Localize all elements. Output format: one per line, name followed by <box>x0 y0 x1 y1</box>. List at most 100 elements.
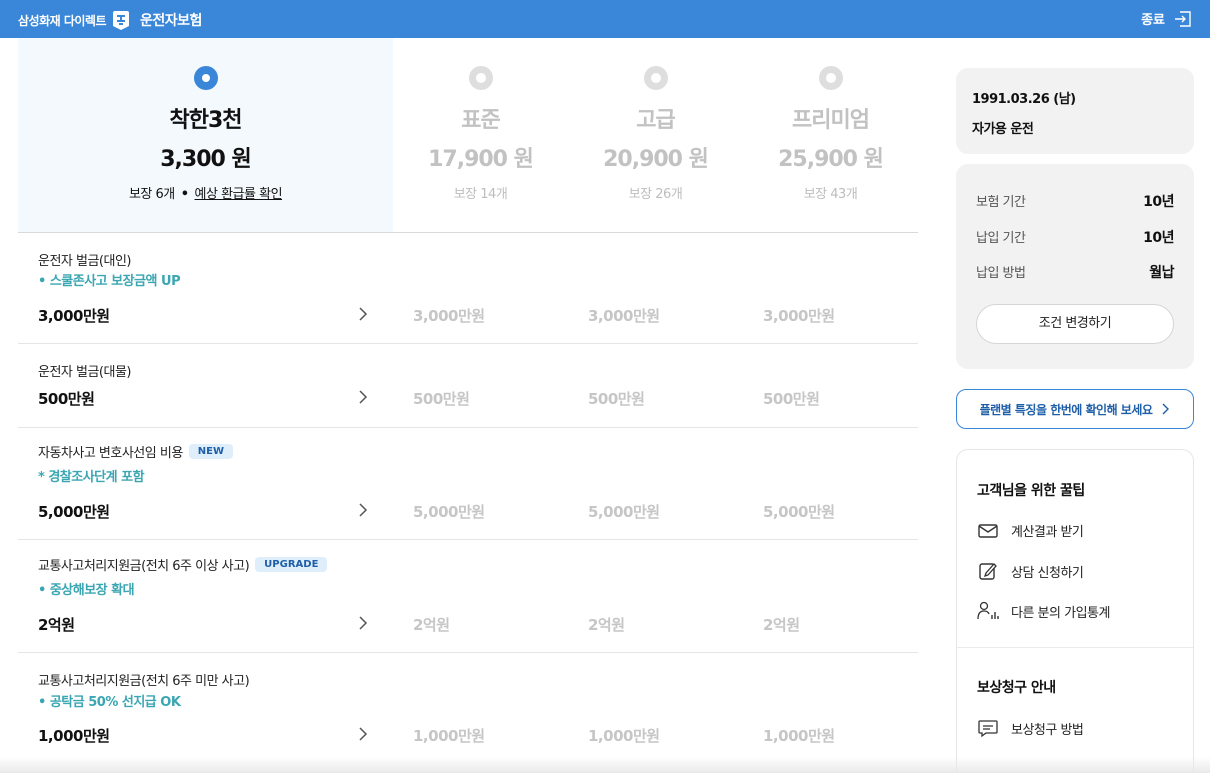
condition-value: 10년 <box>1143 194 1174 210</box>
coverage-name: 교통사고처리지원금(전치 6주 미만 사고) <box>38 674 250 689</box>
chevron-right-icon <box>359 390 368 404</box>
edit-icon <box>979 563 997 580</box>
tips-title: 고객님을 위한 꿀팁 <box>977 483 1085 499</box>
upgrade-badge: UPGRADE <box>255 557 328 572</box>
coverage-name-line: 교통사고처리지원금(전치 6주 이상 사고) UPGRADE <box>38 555 328 574</box>
plan-price: 20,900 원 <box>603 147 709 172</box>
plan-coverage-count: 보장 6개 <box>128 187 175 202</box>
plan-coverage-value: 1,000만원 <box>588 727 660 745</box>
plan-coverage-value: 500만원 <box>413 390 470 408</box>
plan-coverage-value: 3,000만원 <box>413 307 485 325</box>
plan-column-premium[interactable]: 프리미엄 25,900 원 보장 43개 <box>743 38 918 232</box>
plan-name: 프리미엄 <box>792 108 870 133</box>
plan-name: 표준 <box>461 108 500 133</box>
plan-features-link[interactable]: 플랜별 특징을 한번에 확인해 보세요 <box>956 389 1194 429</box>
separator-dot: • <box>180 187 189 202</box>
tip-label: 다른 분의 가입통계 <box>1011 605 1110 621</box>
plan-coverage-value: 1,000만원 <box>763 727 835 745</box>
chevron-right-icon <box>359 503 368 517</box>
plan-radio-selected[interactable] <box>193 66 218 90</box>
condition-label: 납입 기간 <box>976 231 1026 246</box>
tip-label: 계산결과 받기 <box>1011 525 1084 540</box>
tip-label: 보상청구 방법 <box>1011 722 1084 738</box>
profile-card: 1991.03.26 (남) 자가용 운전 <box>956 68 1194 154</box>
exit-label: 종료 <box>1141 13 1165 28</box>
coverage-name: 교통사고처리지원금(전치 6주 이상 사고) <box>38 559 250 574</box>
profile-usage: 자가용 운전 <box>972 122 1034 137</box>
claim-title: 보상청구 안내 <box>977 680 1056 696</box>
product-title: 운전자보험 <box>140 13 202 29</box>
coverage-detail-link[interactable]: 운전자 벌금(대인) • 스쿨존사고 보장금액 UP 3,000만원 <box>18 233 393 343</box>
coverage-detail-link[interactable]: 자동차사고 변호사선임 비용 NEW * 경찰조사단계 포함 5,000만원 <box>18 428 393 539</box>
plan-coverage-count: 보장 43개 <box>803 187 858 202</box>
coverage-note: * 경찰조사단계 포함 <box>38 470 145 485</box>
tip-consultation[interactable]: 상담 신청하기 <box>977 561 1084 581</box>
plan-coverage-value: 2억원 <box>413 616 450 634</box>
coverage-detail-link[interactable]: 교통사고처리지원금(전치 6주 이상 사고) UPGRADE • 중상해보장 확… <box>18 540 393 652</box>
plan-coverage-value: 2억원 <box>588 616 625 634</box>
condition-value: 10년 <box>1143 230 1174 246</box>
coverage-amount: 500만원 <box>38 390 95 408</box>
condition-value: 월납 <box>1149 265 1174 281</box>
exit-button[interactable]: 종료 <box>1141 9 1192 28</box>
coverage-name-line: 자동차사고 변호사선임 비용 NEW <box>38 442 234 461</box>
tip-label: 상담 신청하기 <box>1011 565 1084 581</box>
plan-radio[interactable] <box>818 66 843 90</box>
top-bar: 삼성화재 다이렉트 운전자보험 종료 <box>0 0 1210 38</box>
plan-radio[interactable] <box>468 66 493 90</box>
coverage-amount: 5,000만원 <box>38 503 110 521</box>
tips-divider <box>957 647 1193 648</box>
plan-radio[interactable] <box>643 66 668 90</box>
condition-label: 보험 기간 <box>976 195 1026 210</box>
coverage-row: 운전자 벌금(대인) • 스쿨존사고 보장금액 UP 3,000만원 3,000… <box>18 233 918 344</box>
chevron-right-icon <box>359 307 368 321</box>
refund-rate-link[interactable]: 예상 환급률 확인 <box>195 187 283 202</box>
plan-coverage-value: 3,000만원 <box>588 307 660 325</box>
coverage-detail-link[interactable]: 운전자 벌금(대물) 500만원 <box>18 344 393 427</box>
people-stats-icon <box>977 601 999 620</box>
plan-coverage-value: 1,000만원 <box>413 727 485 745</box>
brand-logo-icon <box>110 9 132 31</box>
plan-name: 고급 <box>636 108 675 133</box>
coverage-note: • 중상해보장 확대 <box>38 583 135 598</box>
profile-birth: 1991.03.26 (남) <box>972 92 1076 107</box>
plan-coverage-value: 500만원 <box>588 390 645 408</box>
company-name: 삼성화재 다이렉트 <box>18 13 107 28</box>
plan-coverage-info: 보장 6개 • 예상 환급률 확인 <box>18 183 393 202</box>
coverage-name: 운전자 벌금(대인) <box>38 254 132 269</box>
coverage-note: • 공탁금 50% 선지급 OK <box>38 695 181 710</box>
plan-coverage-value: 5,000만원 <box>413 503 485 521</box>
exit-icon <box>1175 10 1191 27</box>
conditions-card: 보험 기간 10년 납입 기간 10년 납입 방법 월납 조건 변경하기 <box>956 164 1194 369</box>
plan-price: 25,900 원 <box>778 147 884 172</box>
tips-card: 고객님을 위한 꿀팁 계산결과 받기 상담 신청하기 다른 분의 가입통계 보상… <box>956 449 1194 773</box>
plan-coverage-value: 5,000만원 <box>588 503 660 521</box>
chevron-right-icon <box>359 727 368 741</box>
tip-enrollment-stats[interactable]: 다른 분의 가입통계 <box>977 601 1110 621</box>
brand: 삼성화재 다이렉트 운전자보험 <box>18 9 202 31</box>
mail-icon <box>978 523 998 538</box>
bottom-fade <box>0 757 1210 773</box>
plan-name: 착한3천 <box>169 108 242 133</box>
coverage-amount: 3,000만원 <box>38 307 110 325</box>
coverage-name: 운전자 벌금(대물) <box>38 365 132 380</box>
new-badge: NEW <box>188 444 234 459</box>
coverage-detail-link[interactable]: 교통사고처리지원금(전치 6주 미만 사고) • 공탁금 50% 선지급 OK … <box>18 653 393 773</box>
coverage-amount: 2억원 <box>38 616 75 634</box>
plan-coverage-value: 500만원 <box>763 390 820 408</box>
chevron-right-icon <box>359 616 368 630</box>
plan-column-standard[interactable]: 표준 17,900 원 보장 14개 <box>393 38 568 232</box>
tip-claim-method[interactable]: 보상청구 방법 <box>977 718 1084 738</box>
coverage-row: 자동차사고 변호사선임 비용 NEW * 경찰조사단계 포함 5,000만원 5… <box>18 428 918 540</box>
chevron-right-icon <box>1162 403 1170 415</box>
tip-get-results[interactable]: 계산결과 받기 <box>977 521 1084 540</box>
plan-coverage-count: 보장 26개 <box>628 187 683 202</box>
plan-coverage-value: 2억원 <box>763 616 800 634</box>
coverage-row: 교통사고처리지원금(전치 6주 이상 사고) UPGRADE • 중상해보장 확… <box>18 540 918 653</box>
plan-column-advanced[interactable]: 고급 20,900 원 보장 26개 <box>568 38 743 232</box>
chat-icon <box>978 720 998 738</box>
coverage-note: • 스쿨존사고 보장금액 UP <box>38 274 181 289</box>
change-conditions-button[interactable]: 조건 변경하기 <box>976 304 1174 344</box>
plan-column-basic[interactable]: 착한3천 3,300 원 보장 6개 • 예상 환급률 확인 <box>18 38 393 232</box>
coverage-row: 교통사고처리지원금(전치 6주 미만 사고) • 공탁금 50% 선지급 OK … <box>18 653 918 773</box>
